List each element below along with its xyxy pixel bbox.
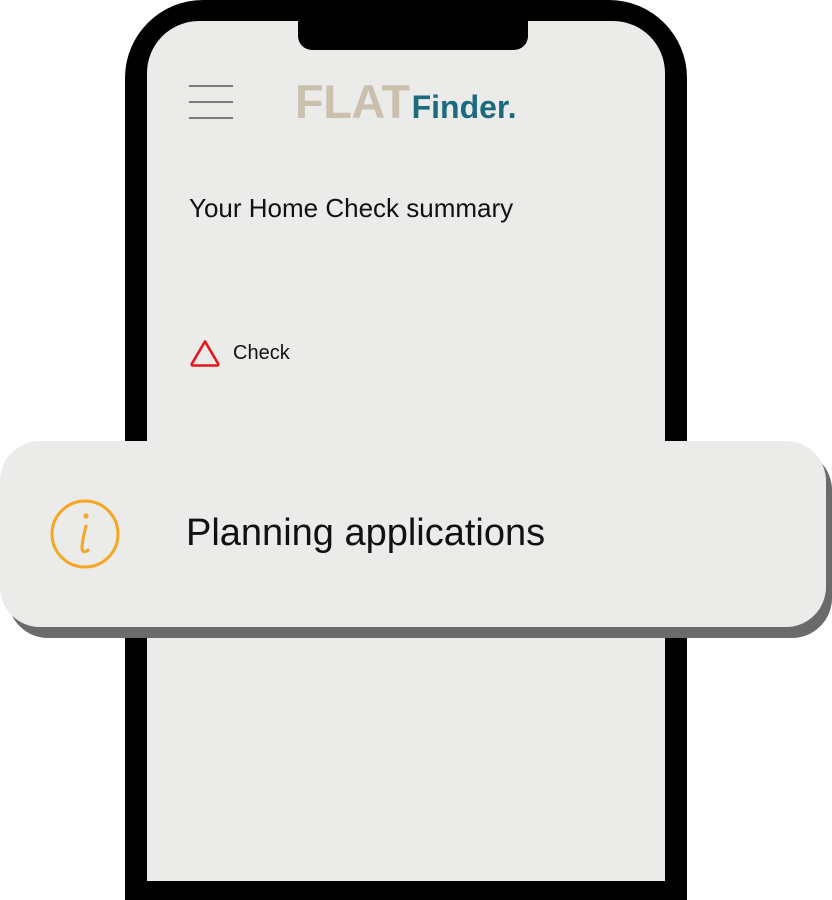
logo-secondary-text: Finder. [411,89,517,125]
check-item[interactable]: Check [189,338,290,368]
info-icon [50,499,120,569]
check-label: Check [233,341,290,364]
page-title: Your Home Check summary [189,193,514,223]
logo-primary-text: FLAT [295,75,410,128]
phone-notch [298,0,528,50]
warning-triangle-icon [190,340,220,367]
hamburger-menu-icon[interactable] [189,85,233,119]
card-title: Planning applications [186,512,546,554]
app-logo[interactable]: FLATFinder. [295,78,517,125]
